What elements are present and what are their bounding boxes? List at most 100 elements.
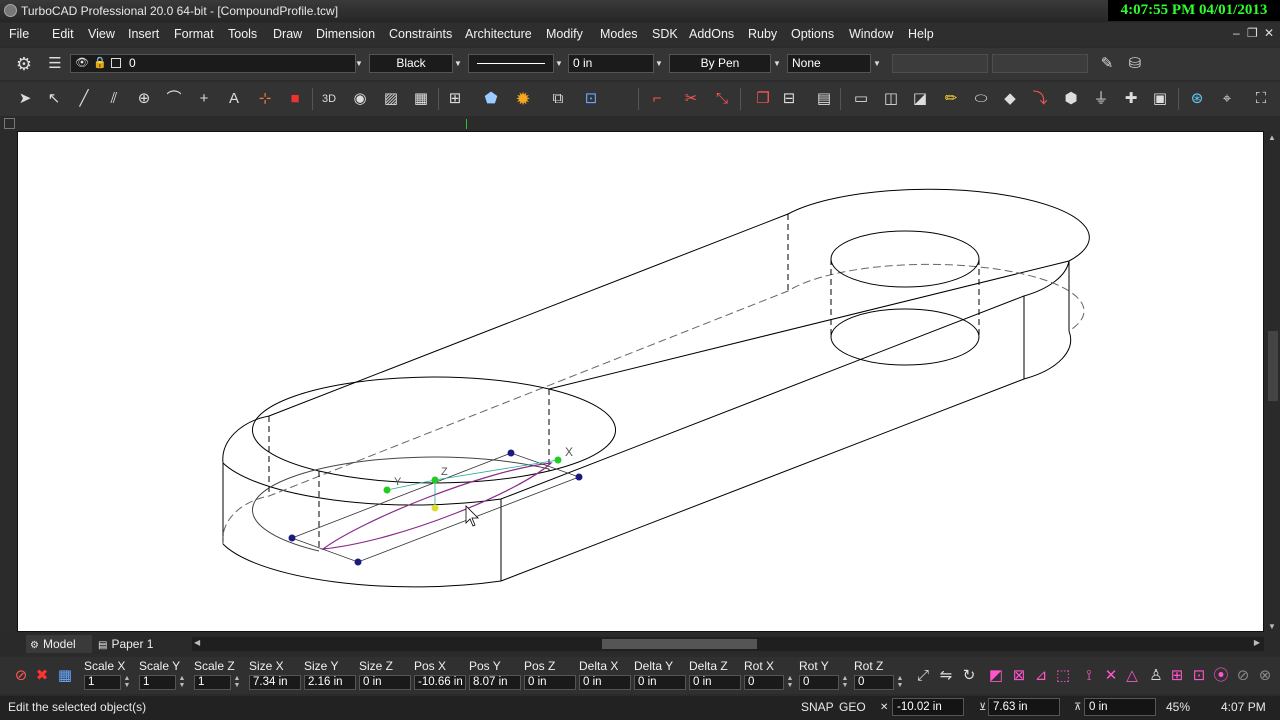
menu-format[interactable]: Format	[174, 27, 214, 41]
hatch-icon[interactable]: ▨	[380, 88, 402, 110]
layer-lock-icon[interactable]: 🔒	[93, 55, 107, 72]
text-icon[interactable]: A	[223, 88, 245, 110]
selection-handle[interactable]	[354, 558, 362, 566]
color-dropdown-icon[interactable]: ▼	[453, 54, 463, 73]
sphere-icon[interactable]: ◉	[349, 88, 371, 110]
horizontal-scrollbar[interactable]: ◀ ▶	[192, 637, 1264, 651]
funnel-icon[interactable]: ⏚	[1090, 88, 1112, 110]
shell-icon[interactable]: ⬢	[1060, 88, 1082, 110]
size-z-field[interactable]: 0 in	[359, 675, 411, 690]
rotate-icon[interactable]: ↻	[958, 665, 980, 687]
select-arrow-icon[interactable]: ➤	[14, 88, 36, 110]
pos-y-field[interactable]: 8.07 in	[469, 675, 521, 690]
node-edit-icon[interactable]: ↖	[43, 88, 65, 110]
settings-icon[interactable]: ⚙	[13, 53, 35, 75]
cylinder-icon[interactable]: ⬭	[970, 88, 992, 110]
menu-insert[interactable]: Insert	[128, 27, 159, 41]
line-width-field[interactable]: 0 in	[568, 54, 654, 73]
x-coordinate-field[interactable]: -10.02 in	[892, 698, 964, 716]
zoom-extents-icon[interactable]: ⛶	[1250, 88, 1272, 110]
menu-draw[interactable]: Draw	[273, 27, 302, 41]
selected-profile[interactable]: Y Z X	[288, 445, 583, 566]
scroll-down-icon[interactable]: ▼	[1268, 622, 1276, 631]
y-coordinate-field[interactable]: 7.63 in	[988, 698, 1060, 716]
axis-handle-z[interactable]	[431, 476, 439, 484]
snap-mode-2-icon[interactable]: ⊠	[1008, 665, 1030, 687]
menu-constraints[interactable]: Constraints	[389, 27, 452, 41]
size-y-field[interactable]: 2.16 in	[304, 675, 356, 690]
menu-dimension[interactable]: Dimension	[316, 27, 375, 41]
line-width-dropdown-icon[interactable]: ▼	[654, 54, 664, 73]
chamfer-icon[interactable]: ✏	[940, 88, 962, 110]
scroll-up-icon[interactable]: ▲	[1268, 133, 1276, 142]
pencil-icon[interactable]: ✎	[1096, 53, 1118, 75]
menu-sdk[interactable]: SDK	[652, 27, 678, 41]
corner-toggle-icon[interactable]	[4, 118, 15, 129]
fill-dropdown-icon[interactable]: ▼	[872, 54, 882, 73]
fillet-icon[interactable]: ⤵	[1029, 88, 1051, 110]
pen-select[interactable]: By Pen	[669, 54, 771, 73]
menu-file[interactable]: File	[9, 27, 29, 41]
snap-mode-7-icon[interactable]: △	[1121, 665, 1143, 687]
axis-handle-y[interactable]	[383, 486, 391, 494]
selection-handle[interactable]	[507, 449, 515, 457]
drawing-canvas[interactable]: Y Z X	[17, 131, 1264, 632]
restore-button[interactable]: ❐	[1247, 26, 1258, 40]
extrude-icon[interactable]: ⬟	[480, 88, 502, 110]
multi-view-icon[interactable]: ⊡	[580, 88, 602, 110]
arc-icon[interactable]: ⌒	[163, 88, 185, 110]
scale-y-field[interactable]: 1	[139, 675, 176, 690]
snap-mode-4-icon[interactable]: ⬚	[1052, 665, 1074, 687]
horizontal-scroll-thumb[interactable]	[602, 639, 757, 649]
scale-y-spinner[interactable]: ▲ ▼	[177, 675, 187, 690]
camera-icon[interactable]: ⌖	[1216, 88, 1238, 110]
scale-z-spinner[interactable]: ▲ ▼	[232, 675, 242, 690]
snap-icon[interactable]: ⊞	[444, 88, 466, 110]
boolean-add-icon[interactable]: ◫	[880, 88, 902, 110]
snap-toggle[interactable]: SNAP	[801, 700, 834, 714]
rot-z-spinner[interactable]: ▲ ▼	[895, 675, 905, 690]
scroll-right-icon[interactable]: ▶	[1254, 638, 1260, 647]
menu-tools[interactable]: Tools	[228, 27, 257, 41]
line-icon[interactable]: ╱	[73, 88, 95, 110]
block-icon[interactable]: ▭	[850, 88, 872, 110]
snap-mode-3-icon[interactable]: ⊿	[1030, 665, 1052, 687]
vertical-scroll-thumb[interactable]	[1268, 331, 1278, 401]
layers-icon[interactable]: ▤	[813, 88, 835, 110]
line-style-select[interactable]	[468, 54, 554, 73]
scroll-left-icon[interactable]: ◀	[194, 638, 200, 647]
line-style-dropdown-icon[interactable]: ▼	[554, 54, 564, 73]
no-snap-icon[interactable]: ⊘	[10, 665, 32, 687]
scale-x-spinner[interactable]: ▲ ▼	[122, 675, 132, 690]
corner-icon[interactable]: ⌐	[646, 88, 668, 110]
delta-y-field[interactable]: 0 in	[634, 675, 686, 690]
layer-field[interactable]: 👁 🔒 0	[70, 54, 356, 73]
snap-mode-13-icon[interactable]: ⊗	[1254, 665, 1276, 687]
z-coordinate-field[interactable]: 0 in	[1084, 698, 1156, 716]
group-icon[interactable]: ⊟	[778, 88, 800, 110]
pen-color-select[interactable]: Black	[369, 54, 453, 73]
snap-mode-5-icon[interactable]: ⟟	[1078, 665, 1100, 687]
layer-visibility-icon[interactable]: 👁	[75, 55, 89, 72]
menu-edit[interactable]: Edit	[52, 27, 74, 41]
3d-icon[interactable]: 3D	[318, 88, 340, 110]
fill-select[interactable]: None	[787, 54, 871, 73]
shape-icon[interactable]: ■	[284, 88, 306, 110]
viewport-icon[interactable]: ⧉	[547, 88, 569, 110]
render-icon[interactable]: ✹	[512, 88, 534, 110]
snap-mode-10-icon[interactable]: ⊡	[1188, 665, 1210, 687]
add-solid-icon[interactable]: ✚	[1120, 88, 1142, 110]
close-button[interactable]: ✕	[1264, 26, 1274, 40]
multiline-icon[interactable]: ⫽	[103, 88, 125, 110]
boolean-subtract-icon[interactable]: ◪	[909, 88, 931, 110]
delta-z-field[interactable]: 0 in	[689, 675, 741, 690]
snap-mode-9-icon[interactable]: ⊞	[1166, 665, 1188, 687]
tab-paper-1[interactable]: ▤ Paper 1	[94, 635, 186, 653]
menu-help[interactable]: Help	[908, 27, 934, 41]
menu-addons[interactable]: AddOns	[689, 27, 734, 41]
snap-mode-11-icon[interactable]: ⦿	[1210, 665, 1232, 687]
rot-y-field[interactable]: 0	[799, 675, 839, 690]
menu-modify[interactable]: Modify	[546, 27, 583, 41]
vertical-scrollbar[interactable]: ▲ ▼	[1266, 131, 1280, 633]
pos-z-field[interactable]: 0 in	[524, 675, 576, 690]
